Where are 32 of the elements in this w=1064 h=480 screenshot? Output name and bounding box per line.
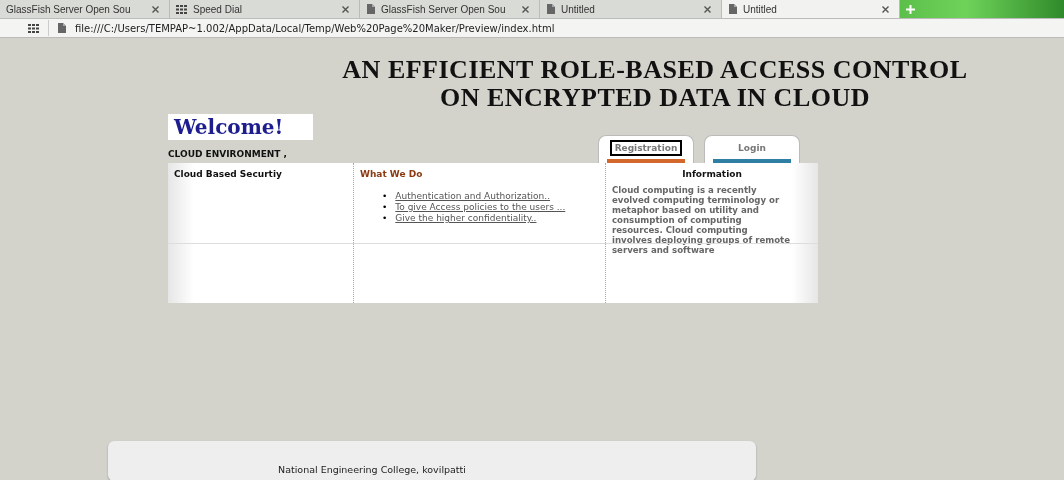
browser-tab[interactable]: GlassFish Server Open Sou [0,0,170,18]
link[interactable]: Authentication and Authorization.. [395,191,551,202]
close-icon[interactable] [152,5,159,13]
bullet: • [382,213,388,224]
close-icon[interactable] [342,5,349,13]
page-icon [366,4,376,14]
welcome-banner: Welcome! [168,114,313,140]
page-title: ON ENCRYPTED DATA IN CLOUD [438,84,871,112]
bullet: • [382,202,388,213]
info-paragraph: Cloud computing is a recently evolved computing terminology or metaphor based on utility and consumption of computing resources. Cloud computing involves deploying groups of remote servers and software [612,185,790,255]
nav-tab[interactable]: Registration [598,135,694,163]
apps-icon[interactable] [28,23,40,33]
browser-tab[interactable]: GlassFish Server Open Sou [360,0,540,18]
subtitle: CLOUD ENVIRONMENT , [168,149,289,159]
footer-text: National Engineering College, kovilpatti [278,464,466,475]
nav-tab[interactable]: Login [704,135,800,163]
column-heading: Information [681,169,743,179]
grid-icon [176,4,188,14]
close-icon[interactable] [704,5,711,13]
close-icon[interactable] [882,5,889,13]
page-icon [546,4,556,14]
link[interactable]: To give Access policies to the users ... [395,202,566,213]
close-icon[interactable] [522,5,529,13]
browser-tab[interactable]: Untitled [722,0,900,18]
browser-tab[interactable]: Speed Dial [170,0,360,18]
page-title: AN EFFICIENT ROLE-BASED ACCESS CONTROL [341,56,969,84]
link[interactable]: Give the higher confidentiality.. [395,213,537,224]
bullet: • [382,191,388,202]
column-heading: Cloud Based Securtiy [174,169,283,179]
column-heading: What We Do [360,169,424,179]
page-icon [57,23,67,33]
page-icon [728,4,738,14]
